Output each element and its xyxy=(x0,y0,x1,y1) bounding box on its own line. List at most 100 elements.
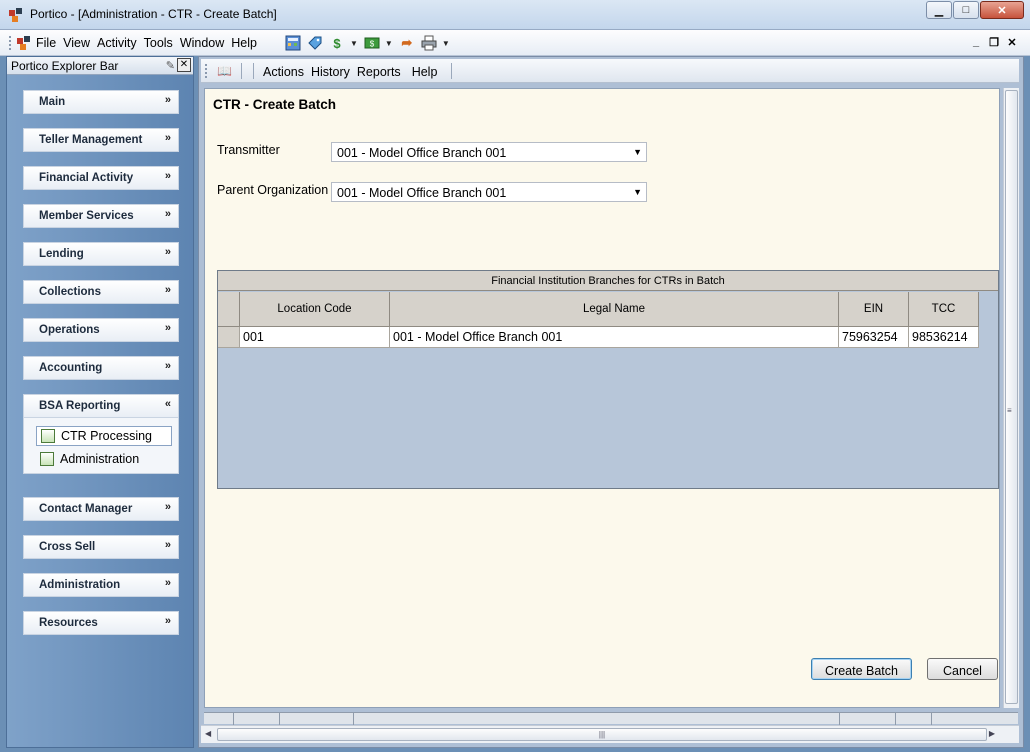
cell-tcc[interactable]: 98536214 xyxy=(909,327,979,348)
transmitter-select[interactable]: 001 - Model Office Branch 001 ▼ xyxy=(331,142,647,162)
chevron-down-icon[interactable]: » xyxy=(165,539,171,551)
chevron-down-icon[interactable]: » xyxy=(165,322,171,334)
chevron-down-icon[interactable]: » xyxy=(165,208,171,220)
group-teller-management[interactable]: Teller Management » xyxy=(23,128,179,152)
group-main[interactable]: Main » xyxy=(23,90,179,114)
group-label: Operations xyxy=(39,324,100,336)
group-label: BSA Reporting xyxy=(39,400,121,412)
toolbar-grip[interactable] xyxy=(205,64,207,78)
group-bsa-reporting[interactable]: BSA Reporting « xyxy=(23,394,179,418)
task-ctr-processing[interactable]: CTR Processing xyxy=(36,426,172,446)
printer-icon[interactable] xyxy=(420,34,438,52)
transmitter-value: 001 - Model Office Branch 001 xyxy=(337,146,507,160)
mdi-restore-button[interactable]: ❐ xyxy=(986,36,1002,49)
group-member-services[interactable]: Member Services » xyxy=(23,204,179,228)
group-lending[interactable]: Lending » xyxy=(23,242,179,266)
toolbar-help[interactable]: Help xyxy=(412,65,438,79)
group-cross-sell[interactable]: Cross Sell » xyxy=(23,535,179,559)
cell-ein[interactable]: 75963254 xyxy=(839,327,909,348)
toolbar-grip[interactable] xyxy=(9,36,11,50)
scroll-left-icon[interactable]: ◀ xyxy=(205,729,211,738)
horizontal-scroll-thumb[interactable]: ||| xyxy=(217,728,987,741)
vertical-scrollbar[interactable]: ≡ xyxy=(1003,88,1019,708)
cell-location-code[interactable]: 001 xyxy=(240,327,390,348)
minimize-button[interactable]: ▁ xyxy=(926,1,952,19)
status-cell xyxy=(840,713,896,725)
chevron-down-icon[interactable]: » xyxy=(165,94,171,106)
column-header-legal-name[interactable]: Legal Name xyxy=(390,292,839,327)
main-document-area: 📖 Actions History Reports Help CTR - Cre… xyxy=(198,56,1024,748)
toolbar-actions[interactable]: Actions xyxy=(263,65,304,79)
vertical-scroll-thumb[interactable] xyxy=(1005,90,1018,704)
menu-file[interactable]: File xyxy=(36,36,56,50)
menu-view[interactable]: View xyxy=(63,36,90,50)
row-selector[interactable] xyxy=(218,327,240,348)
status-cell xyxy=(896,713,932,725)
chevron-down-icon[interactable]: » xyxy=(165,170,171,182)
create-batch-button[interactable]: Create Batch xyxy=(811,658,912,680)
chevron-down-icon[interactable]: » xyxy=(165,615,171,627)
group-label: Contact Manager xyxy=(39,503,133,515)
menu-help[interactable]: Help xyxy=(231,36,257,50)
cell-legal-name[interactable]: 001 - Model Office Branch 001 xyxy=(390,327,839,348)
group-financial-activity[interactable]: Financial Activity » xyxy=(23,166,179,190)
group-label: Teller Management xyxy=(39,134,143,146)
group-accounting[interactable]: Accounting » xyxy=(23,356,179,380)
printer-dropdown-arrow-icon[interactable]: ▼ xyxy=(442,39,450,48)
book-icon[interactable]: 📖 xyxy=(217,64,232,78)
chevron-down-icon[interactable]: » xyxy=(165,284,171,296)
chevron-up-icon[interactable]: « xyxy=(165,398,171,410)
toolbar-reports[interactable]: Reports xyxy=(357,65,401,79)
group-resources[interactable]: Resources » xyxy=(23,611,179,635)
bsa-reporting-panel: CTR Processing Administration xyxy=(23,418,179,474)
group-contact-manager[interactable]: Contact Manager » xyxy=(23,497,179,521)
group-label: Administration xyxy=(39,579,121,591)
chevron-down-icon[interactable]: » xyxy=(165,501,171,513)
transmitter-label: Transmitter xyxy=(217,143,280,157)
group-operations[interactable]: Operations » xyxy=(23,318,179,342)
menu-window[interactable]: Window xyxy=(180,36,224,50)
dollar-dropdown-arrow-icon[interactable]: ▼ xyxy=(350,39,358,48)
menu-activity[interactable]: Activity xyxy=(97,36,137,50)
dropdown-arrow-icon[interactable]: ▼ xyxy=(633,187,642,197)
chevron-down-icon[interactable]: » xyxy=(165,577,171,589)
pin-icon[interactable]: ✎ xyxy=(166,59,175,72)
toolbar-separator xyxy=(241,63,242,79)
toolbar-history[interactable]: History xyxy=(311,65,350,79)
cancel-button[interactable]: Cancel xyxy=(927,658,998,680)
menu-tools[interactable]: Tools xyxy=(144,36,173,50)
menu-bar: File View Activity Tools Window Help $ ▼… xyxy=(0,30,1030,56)
close-button[interactable]: ✕ xyxy=(980,1,1024,19)
dropdown-arrow-icon[interactable]: ▼ xyxy=(633,147,642,157)
group-label: Cross Sell xyxy=(39,541,96,553)
scroll-right-icon[interactable]: ▶ xyxy=(989,729,995,738)
scroll-grip-icon: ≡ xyxy=(1007,406,1012,415)
column-header-location-code[interactable]: Location Code xyxy=(240,292,390,327)
cash-icon[interactable]: $ xyxy=(363,34,381,52)
parent-organization-select[interactable]: 001 - Model Office Branch 001 ▼ xyxy=(331,182,647,202)
explorer-bar-title: Portico Explorer Bar xyxy=(11,59,119,73)
column-header-ein[interactable]: EIN xyxy=(839,292,909,327)
task-label: Administration xyxy=(60,452,140,466)
chevron-down-icon[interactable]: » xyxy=(165,360,171,372)
chevron-down-icon[interactable]: » xyxy=(165,132,171,144)
page-title: CTR - Create Batch xyxy=(213,97,337,112)
dollar-icon[interactable]: $ xyxy=(328,34,346,52)
mdi-minimize-button[interactable]: _ xyxy=(968,36,984,49)
mdi-close-button[interactable]: ✕ xyxy=(1004,36,1020,49)
task-label: CTR Processing xyxy=(61,429,152,443)
forward-arrow-icon[interactable]: ➦ xyxy=(398,34,416,52)
group-administration[interactable]: Administration » xyxy=(23,573,179,597)
group-collections[interactable]: Collections » xyxy=(23,280,179,304)
chevron-down-icon[interactable]: » xyxy=(165,246,171,258)
tag-icon[interactable] xyxy=(306,34,324,52)
window-title: Portico - [Administration - CTR - Create… xyxy=(30,7,277,21)
maximize-button[interactable]: □ xyxy=(953,1,979,19)
cash-dropdown-arrow-icon[interactable]: ▼ xyxy=(385,39,393,48)
column-header-tcc[interactable]: TCC xyxy=(909,292,979,327)
close-explorer-icon[interactable]: ✕ xyxy=(177,58,191,72)
task-administration[interactable]: Administration xyxy=(36,449,139,469)
horizontal-scrollbar[interactable]: ◀ ||| ▶ xyxy=(201,725,1019,743)
title-bar: Portico - [Administration - CTR - Create… xyxy=(0,0,1030,30)
calculator-icon[interactable] xyxy=(284,34,302,52)
